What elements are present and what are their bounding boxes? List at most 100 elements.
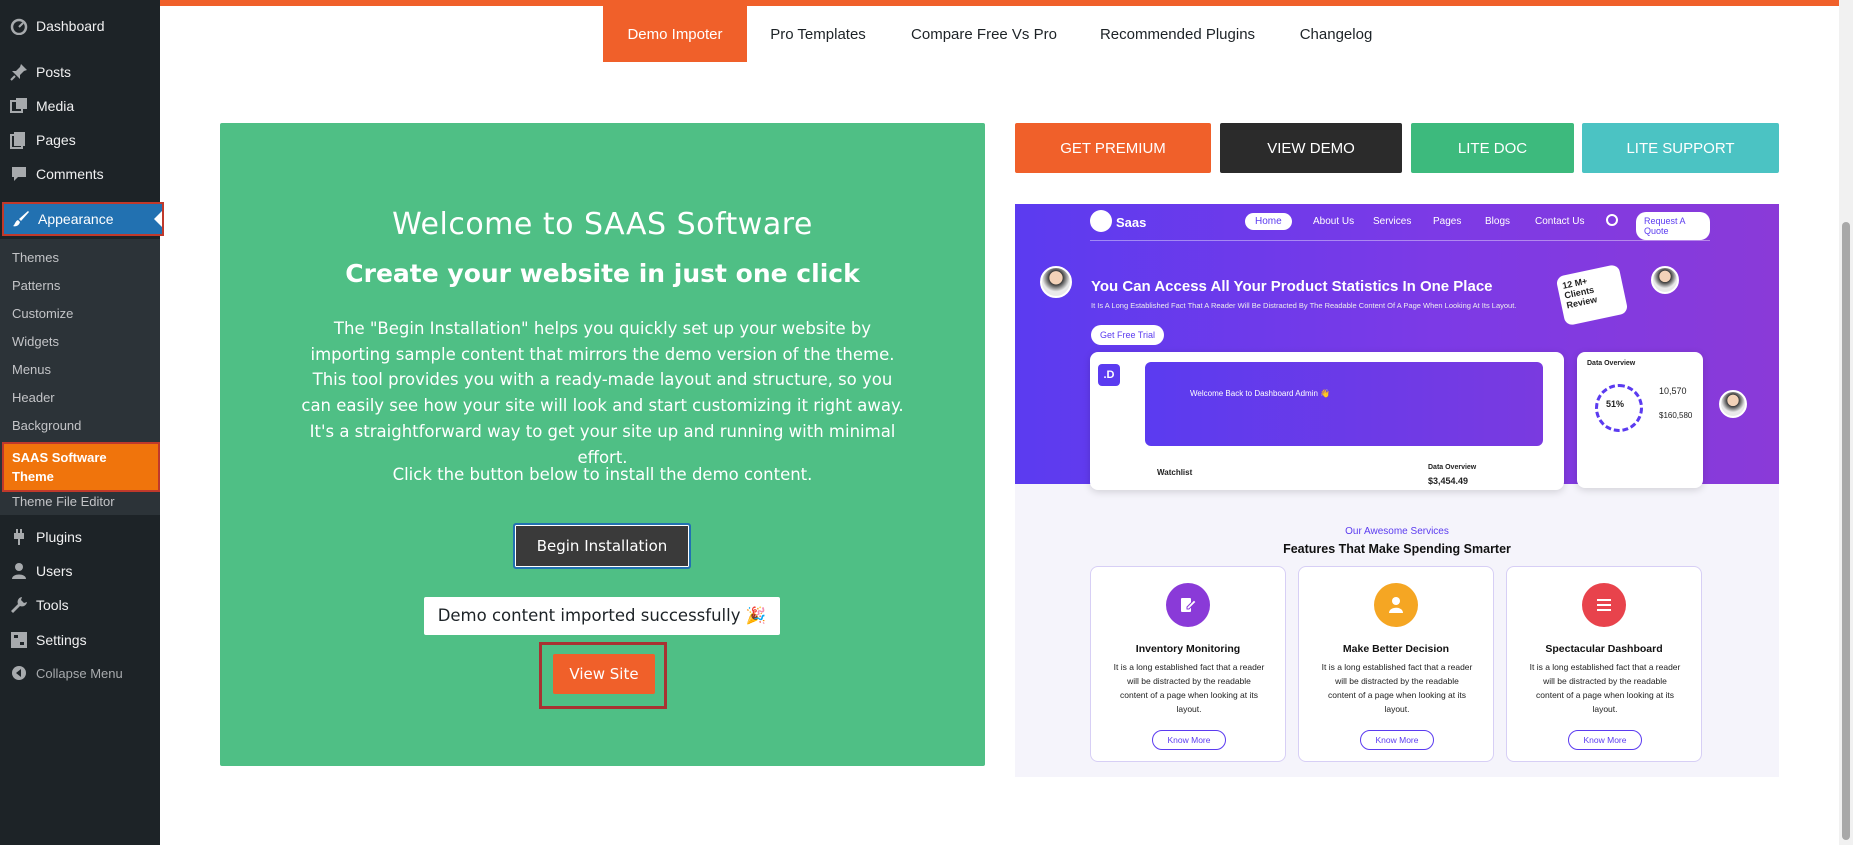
pages-icon	[9, 130, 29, 150]
welcome-title: Welcome to SAAS Software	[392, 207, 813, 242]
preview-overview-amount: $160,580	[1659, 411, 1693, 420]
lite-support-button[interactable]: LITE SUPPORT	[1582, 123, 1779, 173]
menu-plugins[interactable]: Plugins	[0, 520, 160, 554]
begin-installation-button[interactable]: Begin Installation	[513, 523, 691, 569]
feature-description: It is a long established fact that a rea…	[1529, 662, 1681, 714]
preview-dashboard-banner	[1145, 362, 1543, 446]
lite-doc-button[interactable]: LITE DOC	[1411, 123, 1574, 173]
menu-label: Posts	[36, 64, 72, 80]
menu-label: Tools	[36, 597, 69, 613]
menu-tools[interactable]: Tools	[0, 588, 160, 622]
preview-dashboard-card: .D Welcome Back to Dashboard Admin 👋 Wat…	[1090, 352, 1564, 490]
submenu-widgets[interactable]: Widgets	[12, 334, 59, 349]
feature-description: It is a long established fact that a rea…	[1321, 662, 1473, 714]
preview-ring-value: 51%	[1606, 399, 1625, 409]
preview-nav-services: Services	[1373, 216, 1412, 227]
person-icon	[1374, 583, 1418, 627]
menu-label: Pages	[36, 132, 76, 148]
menu-label: Appearance	[38, 211, 114, 227]
menu-label: Collapse Menu	[36, 665, 123, 681]
preview-nav-pages: Pages	[1433, 216, 1462, 227]
feature-title: Spectacular Dashboard	[1545, 643, 1663, 655]
view-site-button[interactable]: View Site	[553, 654, 655, 694]
welcome-panel: Welcome to SAAS Software Create your web…	[220, 123, 985, 766]
feature-title: Inventory Monitoring	[1135, 643, 1241, 655]
preview-dashboard-logo: .D	[1098, 364, 1120, 386]
page-scrollbar[interactable]	[1839, 0, 1853, 845]
preview-watchlist: Watchlist	[1157, 468, 1193, 477]
preview-overview-card: Data Overview 51% 10,570 $160,580	[1577, 352, 1703, 488]
menu-label: Dashboard	[36, 18, 105, 34]
menu-label: Media	[36, 98, 75, 114]
know-more-button: Know More	[1152, 730, 1226, 750]
submenu-saas-software-theme[interactable]: SAAS Software Theme	[2, 442, 160, 492]
preview-data-overview-value: $3,454.49	[1428, 476, 1469, 486]
menu-appearance[interactable]: Appearance	[2, 202, 164, 236]
scrollbar-thumb[interactable]	[1842, 222, 1850, 840]
settings-icon	[9, 630, 29, 650]
dashboard-icon	[9, 16, 29, 36]
preview-nav-about: About Us	[1313, 216, 1355, 227]
view-demo-button[interactable]: VIEW DEMO	[1220, 123, 1402, 173]
tab-demo-importer[interactable]: Demo Impoter	[603, 6, 747, 62]
preview-headline: You Can Access All Your Product Statisti…	[1091, 278, 1493, 295]
preview-free-trial: Get Free Trial	[1091, 325, 1165, 345]
preview-subtext: It Is A Long Established Fact That A Rea…	[1091, 301, 1517, 310]
avatar	[1651, 266, 1679, 294]
submenu-themes[interactable]: Themes	[12, 250, 59, 265]
know-more-button: Know More	[1360, 730, 1434, 750]
preview-request-quote: Request A Quote	[1636, 212, 1710, 240]
preview-nav: Saas Home About Us Services Pages Blogs …	[1090, 208, 1710, 240]
menu-settings[interactable]: Settings	[0, 623, 160, 657]
preview-feature-card: Make Better Decision It is a long establ…	[1298, 566, 1494, 762]
search-icon	[1606, 214, 1618, 226]
submenu-patterns[interactable]: Patterns	[12, 278, 60, 293]
collapse-menu-button[interactable]: Collapse Menu	[0, 656, 160, 690]
tab-pro-templates[interactable]: Pro Templates	[754, 6, 882, 62]
menu-label: Comments	[36, 166, 104, 182]
submenu-customize[interactable]: Customize	[12, 306, 73, 321]
menu-icon	[1582, 583, 1626, 627]
know-more-button: Know More	[1568, 730, 1642, 750]
submenu-menus[interactable]: Menus	[12, 362, 51, 377]
comment-icon	[9, 164, 29, 184]
preview-nav-contact: Contact Us	[1535, 216, 1585, 227]
preview-overview-title: Data Overview	[1587, 360, 1636, 367]
welcome-description: The "Begin Installation" helps you quick…	[301, 319, 904, 467]
preview-dashboard-sidebar: .D	[1098, 360, 1128, 480]
menu-comments[interactable]: Comments	[0, 157, 160, 191]
tab-changelog[interactable]: Changelog	[1286, 6, 1386, 62]
preview-nav-divider	[1090, 240, 1710, 241]
preview-data-overview-title: Data Overview	[1428, 464, 1477, 471]
tab-compare-free-vs-pro[interactable]: Compare Free Vs Pro	[899, 6, 1069, 62]
import-success-message: Demo content imported successfully 🎉	[424, 597, 780, 635]
preview-logo: Saas	[1116, 215, 1147, 230]
submenu-header[interactable]: Header	[12, 390, 55, 405]
view-site-highlight: View Site	[539, 642, 667, 709]
menu-posts[interactable]: Posts	[0, 55, 160, 89]
collapse-icon	[9, 663, 29, 683]
preview-features-title: Features That Make Spending Smarter	[1283, 542, 1511, 556]
get-premium-button[interactable]: GET PREMIUM	[1015, 123, 1211, 173]
menu-dashboard[interactable]: Dashboard	[0, 9, 160, 43]
submenu-theme-file-editor[interactable]: Theme File Editor	[12, 494, 115, 509]
submenu-background[interactable]: Background	[12, 418, 81, 433]
admin-sidebar: Dashboard Posts Media Pages Comments App…	[0, 0, 164, 845]
avatar	[1719, 390, 1747, 418]
tab-recommended-plugins[interactable]: Recommended Plugins	[1090, 6, 1265, 62]
menu-pages[interactable]: Pages	[0, 123, 160, 157]
menu-media[interactable]: Media	[0, 89, 160, 123]
avatar	[1040, 266, 1072, 298]
menu-label: Users	[36, 563, 73, 579]
plug-icon	[9, 527, 29, 547]
preview-overview-count: 10,570	[1659, 386, 1687, 396]
media-icon	[9, 96, 29, 116]
preview-services-label: Our Awesome Services	[1345, 526, 1449, 537]
welcome-subtitle: Create your website in just one click	[345, 259, 860, 288]
user-icon	[9, 561, 29, 581]
edit-icon	[1166, 583, 1210, 627]
menu-label: Settings	[36, 632, 87, 648]
feature-description: It is a long established fact that a rea…	[1113, 662, 1265, 714]
appearance-submenu: Themes Patterns Customize Widgets Menus …	[0, 239, 160, 515]
menu-users[interactable]: Users	[0, 554, 160, 588]
